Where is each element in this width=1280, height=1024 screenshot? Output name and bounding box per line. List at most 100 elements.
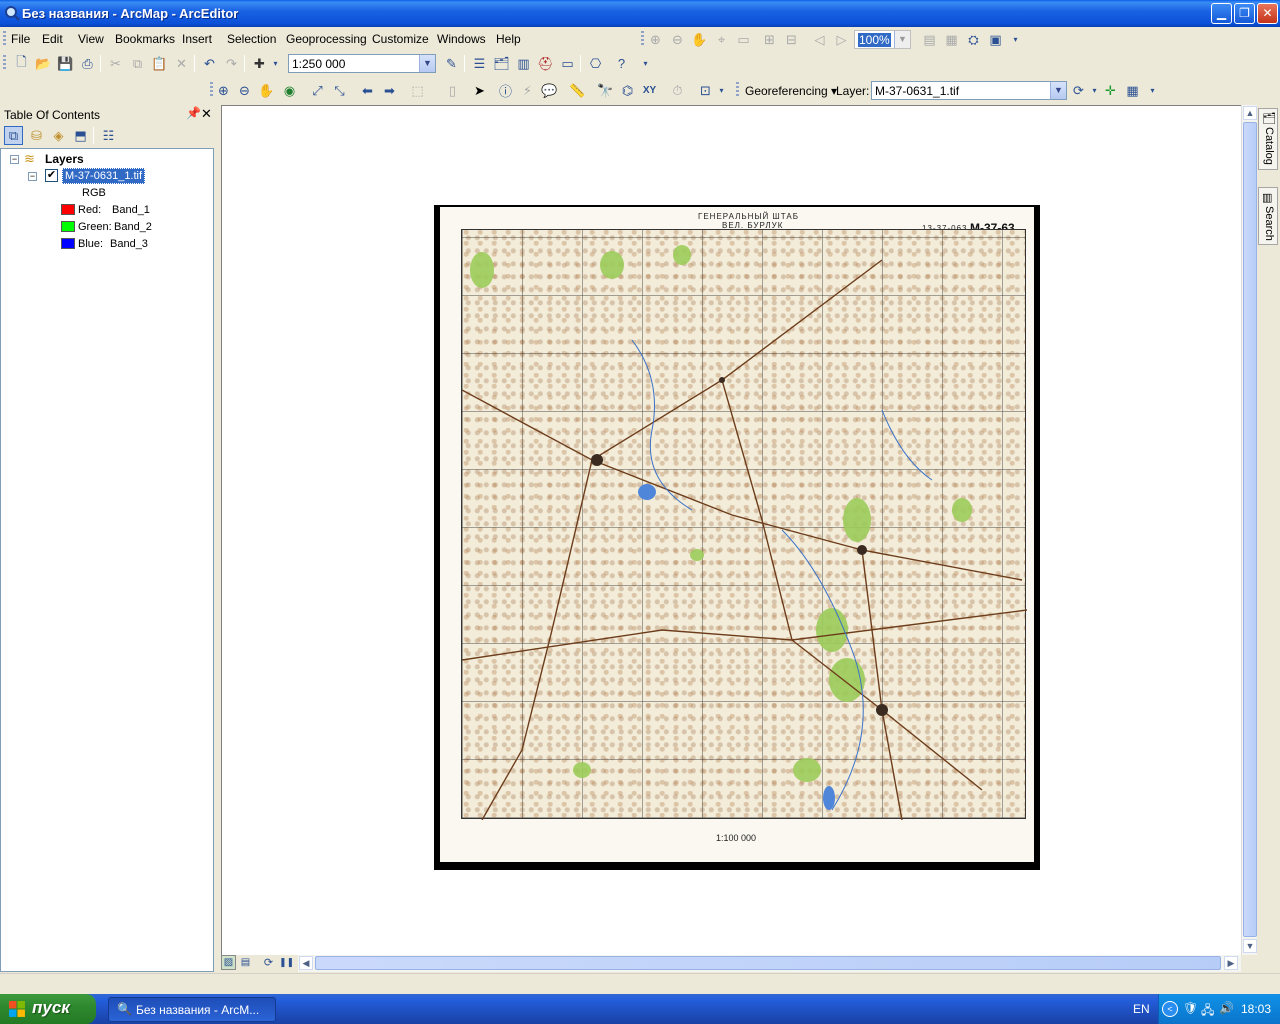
list-by-drawing-order-icon[interactable]: ⧉ [4, 126, 23, 145]
go-to-xy-icon[interactable]: XY [640, 81, 659, 100]
zoom-out-icon[interactable]: ⊖ [235, 81, 254, 100]
list-by-selection-icon[interactable]: ⬒ [71, 126, 90, 145]
search-window-icon[interactable]: ▥ [514, 54, 533, 73]
zoom-100-icon[interactable]: ▭ [734, 30, 753, 49]
tray-security-icon[interactable]: 🛡 [1183, 1001, 1198, 1015]
scroll-up-icon[interactable]: ▲ [1243, 106, 1257, 120]
zoom-whole-page-icon[interactable]: ⌖ [712, 30, 731, 49]
new-document-icon[interactable]: 🗋 [12, 54, 31, 73]
red-band-swatch[interactable] [61, 204, 75, 215]
layout-zoom-out-icon[interactable]: ⊖ [668, 30, 687, 49]
go-back-icon[interactable]: ⬅ [358, 81, 377, 100]
menu-customize[interactable]: Customize [372, 32, 429, 46]
save-icon[interactable]: 💾 [56, 54, 75, 73]
close-button[interactable]: ✕ [1257, 3, 1278, 24]
pan-icon[interactable]: ✋ [257, 81, 276, 100]
catalog-dock-tab[interactable]: 🗂 Catalog [1258, 108, 1278, 170]
previous-extent-icon[interactable]: ◁ [810, 30, 829, 49]
layout-pan-icon[interactable]: ✋ [690, 30, 709, 49]
data-driven-pages-icon[interactable]: ▣ [986, 30, 1005, 49]
layout-view-icon[interactable]: ▤ [238, 955, 253, 970]
copy-icon[interactable]: ⧉ [128, 54, 147, 73]
arctoolbox-icon[interactable]: ⛑ [536, 54, 555, 73]
menu-bookmarks[interactable]: Bookmarks [115, 32, 175, 46]
collapse-layers-icon[interactable]: − [10, 155, 19, 164]
zoom-in-icon[interactable]: ⊕ [214, 81, 233, 100]
tray-network-icon[interactable]: 🖧 [1201, 1001, 1214, 1022]
clear-selection-icon[interactable]: ▯ [443, 81, 462, 100]
menu-file[interactable]: File [11, 32, 30, 46]
toolbar-grip[interactable] [3, 31, 6, 47]
undo-icon[interactable]: ↶ [200, 54, 219, 73]
taskbar-arcmap-window[interactable]: 🔍 Без названия - ArcM... [108, 997, 276, 1022]
python-window-icon[interactable]: ▭ [558, 54, 577, 73]
toolbar-options-icon[interactable]: ▾ [1006, 30, 1025, 49]
map-display[interactable]: ГЕНЕРАЛЬНЫЙ ШТАБ ВЕЛ. БУРЛУК 13-37-063 M… [221, 105, 1241, 955]
show-hidden-icons-icon[interactable]: < [1162, 1001, 1178, 1017]
language-indicator[interactable]: EN [1133, 1002, 1150, 1016]
find-icon[interactable]: 🔭 [596, 81, 615, 100]
toggle-draft-icon[interactable]: ▤ [920, 30, 939, 49]
chevron-down-icon[interactable]: ▼ [419, 55, 435, 72]
close-icon[interactable]: ✕ [201, 106, 212, 122]
fixed-zoom-in-icon[interactable]: ⊞ [760, 30, 779, 49]
menu-windows[interactable]: Windows [437, 32, 486, 46]
print-icon[interactable]: ⎙ [78, 54, 97, 73]
georeferencing-menu[interactable]: Georeferencing ▾ [745, 84, 837, 98]
scroll-left-icon[interactable]: ◀ [299, 956, 313, 970]
horizontal-scrollbar[interactable]: ◀ ▶ [298, 955, 1241, 972]
toolbar-grip[interactable] [210, 82, 213, 98]
change-layout-icon[interactable]: ⛭ [964, 30, 983, 49]
vertical-scrollbar[interactable]: ▲ ▼ [1241, 105, 1257, 955]
select-features-icon[interactable]: ⬚ [408, 81, 427, 100]
fixed-zoom-out-icon[interactable]: ⤡ [330, 81, 349, 100]
identify-icon[interactable]: ⓘ [496, 81, 515, 100]
model-builder-icon[interactable]: ⎔ [586, 54, 605, 73]
map-scale-combo[interactable]: 1:250 000 ▼ [288, 54, 436, 73]
layer-name-selected[interactable]: M-37-0631_1.tif [62, 168, 146, 184]
pause-drawing-icon[interactable]: ❚❚ [279, 955, 294, 970]
refresh-view-icon[interactable]: ⟳ [261, 955, 276, 970]
full-extent-globe-icon[interactable]: ◉ [280, 81, 299, 100]
time-slider-icon[interactable]: ⏱ [668, 81, 687, 100]
search-dock-tab[interactable]: ▥ Search [1258, 187, 1278, 245]
select-elements-icon[interactable]: ➤ [470, 81, 489, 100]
add-data-dropdown-icon[interactable]: ▾ [266, 54, 285, 73]
view-link-table-icon[interactable]: ▦ [1123, 81, 1142, 100]
list-by-source-icon[interactable]: ⛁ [27, 126, 46, 145]
toolbar-grip[interactable] [641, 31, 644, 47]
start-button[interactable]: пуск [0, 994, 96, 1024]
menu-help[interactable]: Help [496, 32, 521, 46]
menu-selection[interactable]: Selection [227, 32, 276, 46]
list-by-visibility-icon[interactable]: ◈ [49, 126, 68, 145]
scroll-right-icon[interactable]: ▶ [1224, 956, 1238, 970]
pin-icon[interactable]: 📌 [186, 106, 201, 120]
measure-icon[interactable]: 📏 [568, 81, 587, 100]
vertical-scroll-thumb[interactable] [1243, 122, 1257, 937]
redo-icon[interactable]: ↷ [222, 54, 241, 73]
horizontal-scroll-thumb[interactable] [315, 956, 1221, 970]
toolbar-options-icon[interactable]: ▾ [1143, 81, 1162, 100]
toolbar-options-icon[interactable]: ▾ [712, 81, 731, 100]
layout-zoom-combo[interactable]: 100% ▼ [854, 30, 911, 49]
catalog-window-icon[interactable]: 🗂 [492, 54, 511, 73]
fixed-zoom-out-icon[interactable]: ⊟ [782, 30, 801, 49]
green-band-swatch[interactable] [61, 221, 75, 232]
data-view-icon[interactable]: ▨ [221, 955, 236, 970]
toolbar-grip[interactable] [736, 82, 739, 98]
layer-visibility-checkbox[interactable]: ✔ [45, 169, 58, 182]
chevron-down-icon[interactable]: ▼ [1050, 82, 1066, 99]
minimize-button[interactable]: ▁ [1211, 3, 1232, 24]
maximize-button[interactable]: ❐ [1234, 3, 1255, 24]
menu-view[interactable]: View [78, 32, 104, 46]
go-forward-icon[interactable]: ➡ [380, 81, 399, 100]
data-frame-layers[interactable]: Layers [45, 152, 84, 166]
open-folder-icon[interactable]: 📂 [34, 54, 53, 73]
find-route-icon[interactable]: ⌬ [618, 81, 637, 100]
hyperlink-icon[interactable]: ⚡ [518, 81, 537, 100]
table-of-contents-icon[interactable]: ☰ [470, 54, 489, 73]
georef-layer-combo[interactable]: M-37-0631_1.tif ▼ [871, 81, 1067, 100]
paste-icon[interactable]: 📋 [150, 54, 169, 73]
focus-data-frame-icon[interactable]: ▦ [942, 30, 961, 49]
editor-toolbar-icon[interactable]: ✎ [442, 54, 461, 73]
